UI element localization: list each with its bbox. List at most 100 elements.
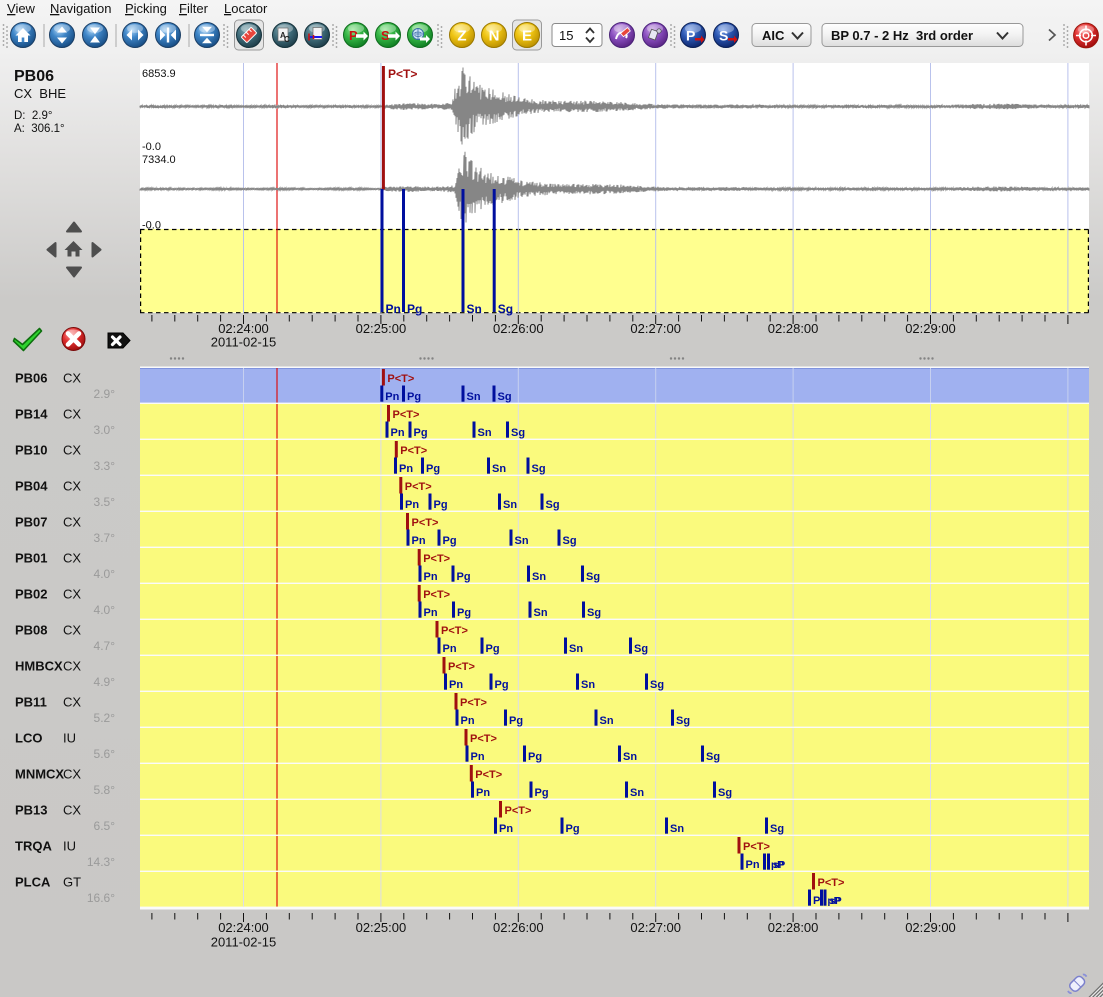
svg-text:2.9°: 2.9° (94, 387, 116, 401)
svg-text:Sg: Sg (563, 535, 577, 547)
svg-text:CX: CX (63, 623, 81, 638)
svg-text:Sg: Sg (706, 751, 720, 763)
svg-text:02:28:00: 02:28:00 (768, 920, 819, 935)
svg-text:15: 15 (559, 28, 573, 43)
svg-text:Sn: Sn (492, 463, 506, 475)
svg-text:Sn: Sn (532, 571, 546, 583)
svg-text:Pg: Pg (486, 643, 500, 655)
svg-text:PB06: PB06 (14, 68, 54, 85)
svg-text:Pn: Pn (424, 571, 438, 583)
svg-text:Pg: Pg (495, 679, 509, 691)
svg-text:AIC: AIC (762, 28, 785, 43)
svg-text:Sn: Sn (630, 787, 644, 799)
svg-text:Sn: Sn (670, 823, 684, 835)
svg-text:-0.0: -0.0 (142, 220, 161, 232)
svg-text:Sn: Sn (515, 535, 529, 547)
svg-text:3.5°: 3.5° (94, 495, 116, 509)
svg-text:P<T>: P<T> (448, 661, 475, 673)
svg-text:P<T>: P<T> (412, 517, 439, 529)
svg-text:16.6°: 16.6° (87, 891, 115, 905)
svg-text:Sg: Sg (532, 463, 546, 475)
svg-text:4.0°: 4.0° (94, 603, 116, 617)
svg-text:P<T>: P<T> (475, 769, 502, 781)
svg-text:HMBCX: HMBCX (15, 659, 63, 674)
svg-text:Sn: Sn (623, 751, 637, 763)
svg-text:Pg: Pg (407, 391, 421, 403)
svg-text:Sg: Sg (634, 643, 648, 655)
svg-text:02:24:00: 02:24:00 (218, 920, 269, 935)
svg-text:CX: CX (63, 695, 81, 710)
svg-text:Sn: Sn (478, 427, 492, 439)
svg-text:E: E (522, 28, 532, 45)
svg-text:CX: CX (63, 515, 81, 530)
svg-text:Pn: Pn (449, 679, 463, 691)
svg-text:CX: CX (63, 371, 81, 386)
svg-text:Pg: Pg (566, 823, 580, 835)
svg-text:02:26:00: 02:26:00 (493, 321, 544, 336)
svg-text:02:27:00: 02:27:00 (630, 920, 681, 935)
svg-text:PB11: PB11 (15, 695, 47, 710)
svg-text:Pg: Pg (426, 463, 440, 475)
svg-text:Sg: Sg (546, 499, 560, 511)
svg-text:Pg: Pg (528, 751, 542, 763)
svg-text:Sg: Sg (586, 571, 600, 583)
svg-text:Picking: Picking (125, 1, 167, 16)
svg-text:5.8°: 5.8° (94, 783, 116, 797)
svg-text:Navigation: Navigation (50, 1, 111, 16)
svg-text:Sn: Sn (503, 499, 517, 511)
svg-text:CX: CX (63, 479, 81, 494)
svg-text:Pn: Pn (412, 535, 426, 547)
svg-text:Sn: Sn (581, 679, 595, 691)
svg-text:sP: sP (830, 896, 843, 907)
svg-text:IU: IU (63, 839, 76, 854)
svg-text:Pg: Pg (457, 571, 471, 583)
svg-text:Z: Z (457, 28, 466, 45)
svg-text:Sg: Sg (511, 427, 525, 439)
svg-text:Pn: Pn (391, 427, 405, 439)
svg-text:Sn: Sn (467, 302, 482, 316)
svg-text:Pn: Pn (471, 751, 485, 763)
svg-text:P<T>: P<T> (505, 805, 532, 817)
svg-text:PB08: PB08 (15, 623, 48, 638)
svg-text:CX: CX (63, 551, 81, 566)
svg-text:02:27:00: 02:27:00 (630, 321, 681, 336)
svg-text:P<T>: P<T> (423, 553, 450, 565)
svg-text:P: P (813, 895, 820, 907)
svg-text:Pn: Pn (499, 823, 513, 835)
svg-text:Sg: Sg (718, 787, 732, 799)
svg-text:7334.0: 7334.0 (142, 154, 176, 166)
svg-text:P<T>: P<T> (470, 733, 497, 745)
svg-text:PB14: PB14 (15, 407, 48, 422)
svg-text:P<T>: P<T> (441, 625, 468, 637)
svg-text:Pn: Pn (424, 607, 438, 619)
svg-text:View: View (7, 1, 36, 16)
svg-text:Pg: Pg (443, 535, 457, 547)
svg-text:4.0°: 4.0° (94, 567, 116, 581)
svg-text:CX: CX (63, 767, 81, 782)
svg-text:Pg: Pg (414, 427, 428, 439)
svg-text:BP 0.7 - 2 Hz 3rd order: BP 0.7 - 2 Hz 3rd order (831, 28, 973, 43)
svg-text:Pg: Pg (535, 787, 549, 799)
svg-text:P<T>: P<T> (387, 373, 414, 385)
svg-text:Pn: Pn (386, 302, 401, 316)
svg-text:Pn: Pn (476, 787, 490, 799)
svg-text:MNMCX: MNMCX (15, 767, 64, 782)
svg-text:Sn: Sn (534, 607, 548, 619)
svg-text:Sg: Sg (498, 302, 513, 316)
svg-text:Pg: Pg (509, 715, 523, 727)
svg-text:CX: CX (63, 803, 81, 818)
svg-text:02:25:00: 02:25:00 (356, 321, 407, 336)
svg-text:CX: CX (63, 443, 81, 458)
svg-text:Sn: Sn (600, 715, 614, 727)
svg-text:PB06: PB06 (15, 371, 48, 386)
svg-text:Pg: Pg (434, 499, 448, 511)
svg-text:GT: GT (63, 875, 81, 890)
svg-text:PB13: PB13 (15, 803, 48, 818)
svg-text:-0.0: -0.0 (142, 141, 161, 153)
svg-text:Pg: Pg (457, 607, 471, 619)
svg-text:PB07: PB07 (15, 515, 48, 530)
svg-text:LCO: LCO (15, 731, 42, 746)
svg-text:4.9°: 4.9° (94, 675, 116, 689)
svg-text:CX: CX (63, 659, 81, 674)
svg-text:Sg: Sg (676, 715, 690, 727)
